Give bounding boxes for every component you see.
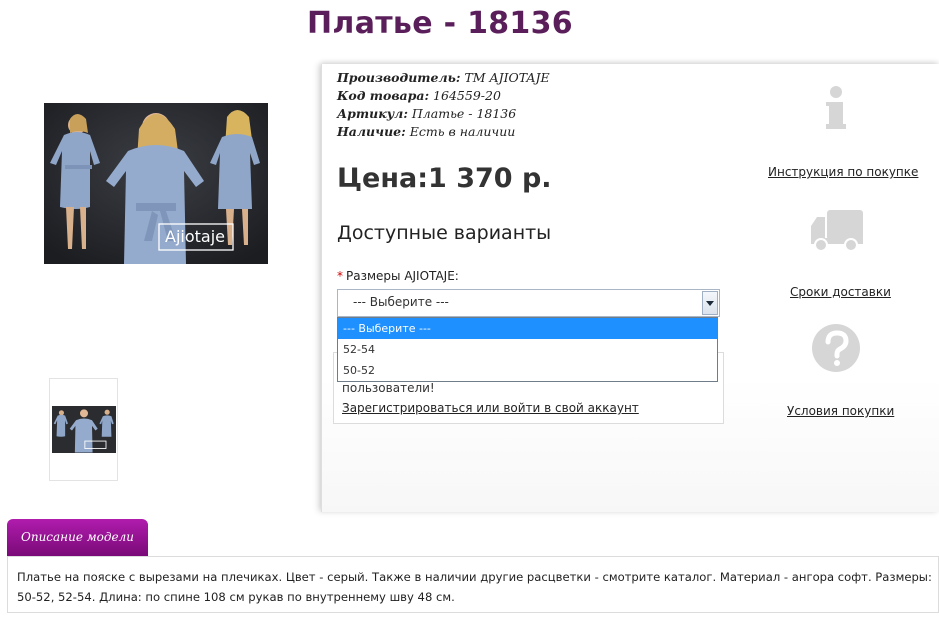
description-text: Платье на пояске с вырезами на плечиках.… — [17, 570, 932, 604]
stock-value: Есть в наличии — [405, 124, 516, 139]
price: Цена:1 370 р. — [337, 163, 552, 194]
product-code-label: Код товара: — [337, 88, 430, 103]
manufacturer-label: Производитель: — [337, 70, 461, 85]
brand-watermark: Ajiotaje — [165, 227, 225, 246]
article-line: Артикул: Платье - 18136 — [337, 106, 516, 121]
size-option-50-52[interactable]: 50-52 — [338, 360, 717, 381]
required-mark: * — [337, 269, 343, 283]
description-panel: Платье на пояске с вырезами на плечиках.… — [7, 556, 939, 613]
stock-line: Наличие: Есть в наличии — [337, 124, 515, 139]
stock-label: Наличие: — [337, 124, 406, 139]
size-option-52-54[interactable]: 52-54 — [338, 339, 717, 360]
product-code-line: Код товара: 164559-20 — [337, 88, 501, 103]
delivery-terms-link[interactable]: Сроки доставки — [790, 285, 891, 299]
question-icon[interactable] — [811, 323, 861, 373]
product-thumbnail[interactable] — [49, 378, 118, 481]
size-dropdown-list[interactable]: --- Выберите --- 52-54 50-52 — [337, 317, 718, 382]
login-prompt-text: пользователи! — [342, 381, 435, 395]
product-code-value: 164559-20 — [429, 88, 501, 103]
page-title: Платье - 18136 — [307, 6, 573, 41]
truck-icon[interactable] — [809, 208, 865, 252]
size-label: * Размеры AJIOTAJE: — [337, 269, 459, 283]
article-value: Платье - 18136 — [407, 106, 517, 121]
size-option-placeholder[interactable]: --- Выберите --- — [338, 318, 717, 339]
article-label: Артикул: — [337, 106, 408, 121]
tab-model-description[interactable]: Описание модели — [7, 519, 148, 556]
purchase-terms-link[interactable]: Условия покупки — [787, 404, 894, 418]
info-icon[interactable] — [823, 86, 849, 132]
purchase-instruction-link[interactable]: Инструкция по покупке — [768, 165, 918, 179]
register-login-link[interactable]: Зарегистрироваться или войти в свой акка… — [342, 401, 639, 415]
size-select[interactable]: --- Выберите --- — [337, 289, 720, 317]
manufacturer-line: Производитель: ТМ AJIOTAJE — [337, 70, 550, 85]
size-label-text: Размеры AJIOTAJE: — [346, 269, 459, 283]
size-select-value: --- Выберите --- — [353, 295, 449, 309]
product-main-image[interactable]: Ajiotaje — [44, 103, 268, 264]
chevron-down-icon[interactable] — [702, 291, 718, 315]
variants-title: Доступные варианты — [337, 222, 552, 244]
thumbnail-image — [52, 406, 116, 453]
product-photo — [44, 103, 268, 264]
manufacturer-value: ТМ AJIOTAJE — [460, 70, 550, 85]
